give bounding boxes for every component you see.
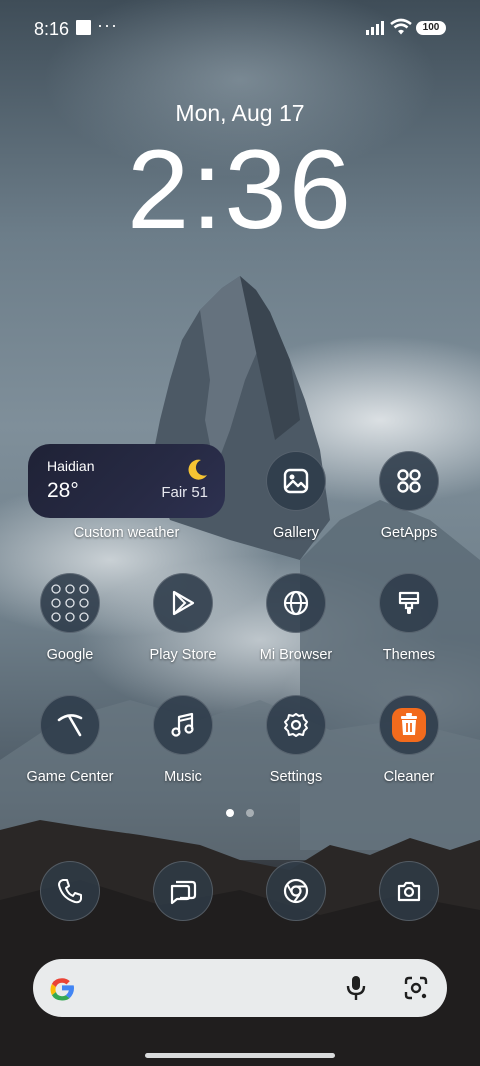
dock-chrome[interactable] (266, 861, 326, 921)
weather-temperature: 28° (47, 479, 79, 502)
gear-icon (284, 713, 308, 737)
status-bar: 8:16 ··· 100 (0, 0, 480, 56)
notification-icon (76, 20, 91, 35)
app-mi-browser[interactable] (266, 573, 326, 633)
messages-icon (170, 880, 197, 905)
home-indicator[interactable] (145, 1053, 335, 1058)
app-game-center[interactable] (40, 695, 100, 755)
app-mi-browser-label: Mi Browser (259, 647, 333, 663)
app-cleaner-label: Cleaner (383, 769, 435, 785)
app-google-label: Google (46, 647, 94, 663)
wifi-icon (390, 18, 412, 35)
music-icon (171, 712, 194, 737)
moon-icon (188, 459, 207, 480)
app-settings-label: Settings (269, 769, 323, 785)
play-store-icon (172, 590, 195, 616)
app-music[interactable] (153, 695, 213, 755)
google-folder-icon (51, 584, 89, 622)
camera-icon (397, 881, 421, 902)
themes-brush-icon (398, 591, 420, 614)
app-gallery-label: Gallery (273, 525, 319, 541)
app-settings[interactable] (266, 695, 326, 755)
page-indicator-dot[interactable] (246, 809, 254, 817)
app-gallery[interactable] (266, 451, 326, 511)
getapps-icon (397, 469, 421, 493)
app-game-center-label: Game Center (26, 769, 114, 785)
app-music-label: Music (164, 769, 202, 785)
phone-icon (58, 879, 82, 904)
weather-city: Haidian (47, 458, 95, 474)
app-play-store-label: Play Store (149, 647, 217, 663)
app-themes-label: Themes (382, 647, 436, 663)
page-indicator-dot-active[interactable] (226, 809, 234, 817)
app-getapps[interactable] (379, 451, 439, 511)
app-getapps-label: GetApps (380, 525, 438, 541)
dock-messages[interactable] (153, 861, 213, 921)
signal-icon (366, 21, 384, 35)
app-themes[interactable] (379, 573, 439, 633)
google-g-icon (50, 978, 74, 1001)
weather-condition: Fair 51 (161, 484, 208, 501)
app-google-folder[interactable] (40, 573, 100, 633)
dock-camera[interactable] (379, 861, 439, 921)
weather-widget[interactable]: Haidian 28° Fair 51 (28, 444, 225, 518)
mic-icon[interactable] (345, 974, 367, 1002)
clock-time: 2:36 (127, 127, 353, 252)
game-center-icon (57, 714, 83, 737)
date-text: Mon, Aug 17 (175, 100, 305, 126)
battery-icon: 100 (416, 21, 446, 35)
trash-icon (392, 708, 426, 742)
gallery-icon (283, 468, 309, 494)
chrome-icon (283, 878, 309, 904)
google-search-bar[interactable] (33, 959, 447, 1017)
dock-phone[interactable] (40, 861, 100, 921)
app-play-store[interactable] (153, 573, 213, 633)
weather-widget-label: Custom weather (73, 525, 180, 541)
lens-icon[interactable] (403, 975, 429, 1001)
more-notifications-icon: ··· (97, 15, 118, 35)
status-time: 8:16 (34, 19, 70, 39)
globe-icon (283, 590, 309, 616)
app-cleaner[interactable] (379, 695, 439, 755)
